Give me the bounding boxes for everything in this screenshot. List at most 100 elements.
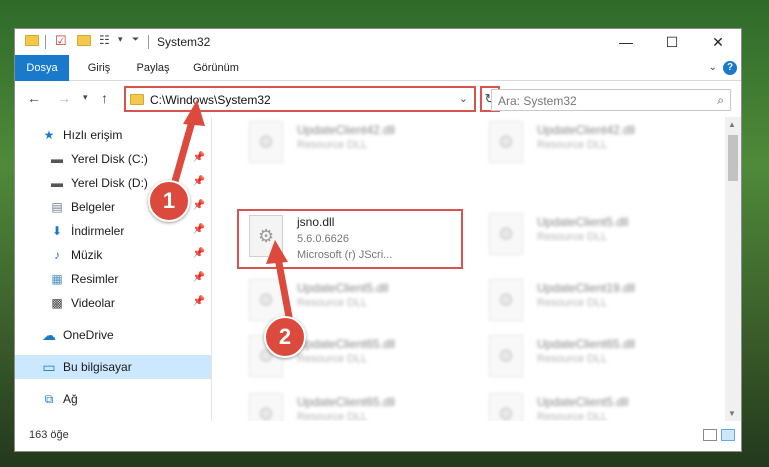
- chevron-down-icon[interactable]: ⌄: [459, 92, 468, 105]
- tab-share[interactable]: Paylaş: [129, 55, 177, 81]
- file-type: Resource DLL: [297, 353, 368, 365]
- close-button[interactable]: ✕: [695, 29, 741, 55]
- star-icon: ★: [43, 128, 55, 142]
- dll-file-icon: [489, 279, 523, 321]
- step-badge-1: 1: [148, 180, 190, 222]
- details-view-icon[interactable]: [703, 429, 717, 441]
- search-placeholder: Ara: System32: [498, 94, 577, 108]
- dll-file-icon: [489, 213, 523, 255]
- document-icon: ▤: [51, 200, 63, 214]
- item-count: 163 öğe: [29, 429, 69, 441]
- nav-item-quick-access[interactable]: ★ Hızlı erişim: [15, 123, 211, 147]
- minimize-button[interactable]: —: [603, 29, 649, 55]
- file-type: Resource DLL: [537, 353, 608, 365]
- file-name: UpdateClient65.dll: [537, 337, 636, 351]
- pane-divider: [211, 117, 212, 421]
- pictures-icon: ▦: [51, 272, 63, 286]
- file-item[interactable]: UpdateClient65.dll Resource DLL: [239, 389, 459, 421]
- vertical-scrollbar[interactable]: ▲ ▼: [725, 117, 741, 421]
- collapse-ribbon-icon[interactable]: ⌄: [709, 62, 717, 73]
- forward-button[interactable]: →: [57, 90, 71, 106]
- ribbon: Dosya Giriş Paylaş Görünüm ⌄ ?: [15, 55, 741, 81]
- title-bar: ☑ ☷ ▾ ⏷ System32 — ☐ ✕: [15, 29, 741, 55]
- nav-item-pictures[interactable]: ▦ Resimler 📌: [15, 267, 211, 291]
- file-item-jsno-dll[interactable]: jsno.dll 5.6.0.6626 Microsoft (r) JScri.…: [237, 209, 463, 269]
- pin-icon: 📌: [192, 176, 205, 187]
- pin-icon: 📌: [192, 272, 205, 283]
- file-type: Resource DLL: [297, 297, 368, 309]
- file-item[interactable]: UpdateClient19.dll Resource DLL: [479, 275, 699, 333]
- file-item[interactable]: UpdateClient42.dll Resource DLL: [479, 117, 699, 175]
- file-name: UpdateClient65.dll: [297, 337, 396, 351]
- file-name: UpdateClient65.dll: [297, 395, 396, 409]
- dll-file-icon: [249, 393, 283, 421]
- nav-item-label: Belgeler: [71, 200, 116, 214]
- file-item[interactable]: UpdateClient5.dll Resource DLL: [479, 389, 699, 421]
- file-type: Resource DLL: [537, 139, 608, 151]
- search-input[interactable]: Ara: System32 ⌕: [491, 89, 731, 111]
- chevron-down-icon[interactable]: ▾: [118, 34, 123, 45]
- nav-item-music[interactable]: ♪ Müzik 📌: [15, 243, 211, 267]
- nav-item-this-pc[interactable]: ▭ Bu bilgisayar: [15, 355, 211, 379]
- video-icon: ▩: [51, 296, 63, 310]
- nav-item-label: Hızlı erişim: [63, 128, 123, 142]
- file-name: jsno.dll: [297, 215, 335, 229]
- address-bar[interactable]: C:\Windows\System32 ⌄: [124, 86, 476, 112]
- nav-item-network[interactable]: ⧉ Ağ: [15, 387, 211, 411]
- nav-item-onedrive[interactable]: ☁ OneDrive: [15, 323, 211, 347]
- download-icon: ⬇: [51, 224, 63, 238]
- file-name: UpdateClient42.dll: [297, 123, 396, 137]
- properties-icon[interactable]: ☑: [55, 33, 67, 49]
- scroll-down-icon[interactable]: ▼: [728, 409, 736, 418]
- divider: [45, 35, 46, 49]
- nav-item-label: Müzik: [71, 248, 103, 262]
- music-icon: ♪: [54, 248, 60, 262]
- pin-icon: 📌: [192, 296, 205, 307]
- nav-item-label: OneDrive: [63, 328, 114, 342]
- cloud-icon: ☁: [42, 326, 56, 343]
- recent-locations-button[interactable]: ▾: [83, 92, 88, 103]
- file-item[interactable]: UpdateClient5.dll Resource DLL: [479, 209, 699, 267]
- nav-item-label: Videolar: [71, 296, 115, 310]
- nav-item-label: İndirmeler: [71, 224, 125, 238]
- pin-icon: 📌: [192, 224, 205, 235]
- nav-item-local-disk-c[interactable]: ▬ Yerel Disk (C:) 📌: [15, 147, 211, 171]
- tab-file[interactable]: Dosya: [15, 55, 69, 81]
- navigation-pane: ★ Hızlı erişim ▬ Yerel Disk (C:) 📌 ▬ Yer…: [15, 117, 211, 421]
- step-badge-2: 2: [264, 316, 306, 358]
- quick-access-dropdown[interactable]: ⏷: [132, 34, 139, 45]
- large-icons-view-icon[interactable]: [721, 429, 735, 441]
- nav-item-label: Ağ: [63, 392, 78, 406]
- divider: [148, 35, 149, 49]
- nav-item-label: Resimler: [71, 272, 119, 286]
- file-item[interactable]: UpdateClient42.dll Resource DLL: [239, 117, 459, 175]
- dll-file-icon: [489, 393, 523, 421]
- customize-icon[interactable]: ☷: [99, 33, 110, 47]
- pin-icon: 📌: [192, 248, 205, 259]
- dll-file-icon: [489, 335, 523, 377]
- back-button[interactable]: ←: [27, 90, 41, 106]
- file-version: 5.6.0.6626: [297, 233, 349, 245]
- tab-home[interactable]: Giriş: [79, 55, 119, 81]
- file-name: UpdateClient42.dll: [537, 123, 636, 137]
- help-button[interactable]: ?: [723, 61, 737, 75]
- maximize-button[interactable]: ☐: [649, 29, 695, 55]
- new-folder-icon[interactable]: [77, 35, 91, 46]
- scroll-thumb[interactable]: [728, 135, 738, 181]
- search-icon: ⌕: [717, 93, 724, 107]
- dll-file-icon: [489, 121, 523, 163]
- drive-icon: ▬: [51, 152, 63, 166]
- scroll-up-icon[interactable]: ▲: [728, 120, 736, 129]
- nav-item-label: Bu bilgisayar: [63, 360, 132, 374]
- file-name: UpdateClient19.dll: [537, 281, 636, 295]
- up-button[interactable]: ↑: [101, 90, 108, 106]
- pin-icon: 📌: [192, 200, 205, 211]
- file-item[interactable]: UpdateClient65.dll Resource DLL: [479, 331, 699, 389]
- nav-item-downloads[interactable]: ⬇ İndirmeler 📌: [15, 219, 211, 243]
- nav-item-videos[interactable]: ▩ Videolar 📌: [15, 291, 211, 315]
- file-type: Resource DLL: [297, 139, 368, 151]
- pin-icon: 📌: [192, 152, 205, 163]
- file-type: Resource DLL: [537, 411, 608, 421]
- file-name: UpdateClient5.dll: [537, 395, 629, 409]
- tab-view[interactable]: Görünüm: [185, 55, 247, 81]
